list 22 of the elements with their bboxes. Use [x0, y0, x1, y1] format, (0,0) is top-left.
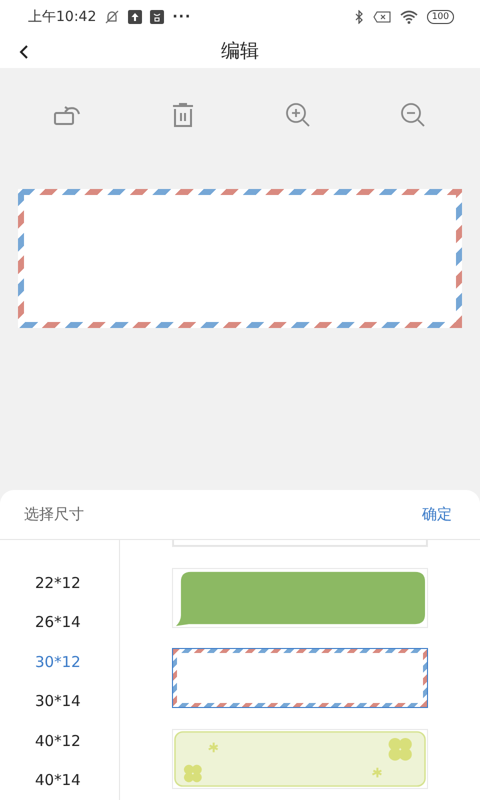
size-option[interactable]: 40*12 — [0, 721, 119, 760]
zoom-out-icon — [400, 102, 426, 128]
trash-icon — [170, 102, 194, 128]
battery-indicator: 100 — [426, 10, 454, 24]
bluetooth-icon — [354, 10, 364, 24]
more-indicator: ··· — [172, 9, 192, 25]
status-time: 上午10:42 — [28, 8, 96, 26]
sheet-title: 选择尺寸 — [24, 505, 84, 524]
size-option[interactable]: 26*14 — [0, 602, 119, 642]
size-option[interactable]: 30*14 — [0, 682, 119, 721]
size-option[interactable]: 22*12 — [0, 563, 119, 602]
confirm-button[interactable]: 确定 — [422, 505, 452, 524]
no-sim-icon — [372, 11, 391, 23]
size-option[interactable]: 40*14 — [0, 760, 119, 800]
label-template[interactable] — [172, 648, 428, 708]
bell-muted-icon — [104, 10, 120, 24]
upload-icon — [128, 10, 142, 24]
page-title: 编辑 — [221, 39, 259, 64]
zoom-in-icon — [284, 102, 310, 128]
label-preview[interactable] — [18, 189, 462, 328]
size-option[interactable]: 30*12 — [0, 642, 119, 682]
wifi-icon — [400, 10, 418, 24]
